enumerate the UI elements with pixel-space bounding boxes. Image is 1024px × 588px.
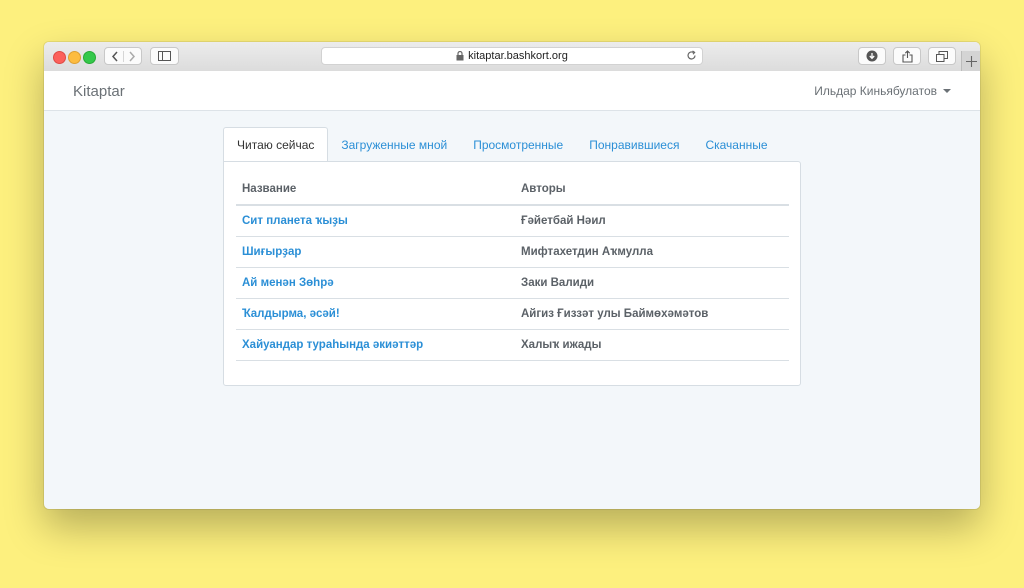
book-author: Ғәйетбай Нәил: [515, 205, 789, 237]
book-author: Айгиз Ғиззәт улы Баймөхәмәтов: [515, 298, 789, 330]
user-menu-dropdown[interactable]: Ильдар Киньябулатов: [814, 84, 951, 98]
user-name: Ильдар Киньябулатов: [814, 84, 937, 98]
tab-label: Скачанные: [705, 137, 768, 152]
site-brand-link[interactable]: Kitaptar: [73, 83, 125, 100]
plus-icon: [965, 55, 977, 67]
tab-label: Понравившиеся: [589, 137, 680, 152]
caret-down-icon: [943, 89, 951, 93]
books-table: Название Авторы Сит планета ҡыҙы Ғәйетба…: [236, 173, 789, 361]
book-title-link[interactable]: Хайуандар тураһында әкиәттәр: [236, 329, 515, 361]
share-icon: [901, 49, 913, 63]
back-forward-buttons: [104, 47, 142, 65]
table-row: Хайуандар тураһында әкиәттәр Халыҡ ижады: [236, 329, 789, 361]
table-row: Ай менән Зөһрә Заки Валиди: [236, 267, 789, 299]
table-row: Сит планета ҡыҙы Ғәйетбай Нәил: [236, 205, 789, 237]
column-header-authors: Авторы: [515, 173, 789, 206]
tab-label: Загруженные мной: [341, 137, 448, 152]
book-author: Халыҡ ижады: [515, 329, 789, 361]
downloads-button[interactable]: [858, 47, 886, 65]
new-tab-button[interactable]: [961, 51, 980, 71]
browser-window: kitaptar.bashkort.org Kitaptar Ильдар Ки…: [44, 42, 980, 509]
book-title-link[interactable]: Сит планета ҡыҙы: [236, 205, 515, 237]
sidebar-icon: [158, 51, 171, 61]
site-navbar: Kitaptar Ильдар Киньябулатов: [44, 71, 980, 111]
tab-viewed[interactable]: Просмотренные: [460, 127, 576, 162]
chevron-right-icon: [128, 51, 135, 61]
tab-label: Читаю сейчас: [237, 137, 315, 152]
reload-icon[interactable]: [686, 50, 697, 61]
book-tabs: Читаю сейчас Загруженные мной Просмотрен…: [223, 127, 781, 162]
tabs-icon: [936, 50, 948, 62]
close-window-button[interactable]: [53, 51, 66, 64]
download-icon: [866, 50, 878, 62]
forward-button[interactable]: [124, 51, 140, 62]
books-panel: Название Авторы Сит планета ҡыҙы Ғәйетба…: [223, 161, 801, 386]
book-title-link[interactable]: Ай менән Зөһрә: [236, 267, 515, 299]
book-author: Мифтахетдин Аҡмулла: [515, 236, 789, 268]
book-title-link[interactable]: Шиғырҙар: [236, 236, 515, 268]
minimize-window-button[interactable]: [68, 51, 81, 64]
table-row: Ҡалдырма, әсәй! Айгиз Ғиззәт улы Баймөхә…: [236, 298, 789, 330]
book-author: Заки Валиди: [515, 267, 789, 299]
chevron-left-icon: [111, 51, 118, 61]
lock-icon: [456, 51, 464, 61]
column-header-title: Название: [236, 173, 515, 206]
book-title-link[interactable]: Ҡалдырма, әсәй!: [236, 298, 515, 330]
tab-downloaded[interactable]: Скачанные: [692, 127, 780, 162]
sidebar-toggle-button[interactable]: [150, 47, 179, 65]
url-text: kitaptar.bashkort.org: [468, 50, 568, 62]
back-button[interactable]: [107, 50, 124, 62]
browser-toolbar: kitaptar.bashkort.org: [44, 42, 980, 72]
table-header-row: Название Авторы: [236, 173, 789, 206]
tab-uploaded[interactable]: Загруженные мной: [328, 127, 460, 162]
tab-liked[interactable]: Понравившиеся: [576, 127, 692, 162]
tab-label: Просмотренные: [473, 137, 564, 152]
tab-reading-now[interactable]: Читаю сейчас: [223, 127, 329, 162]
address-bar[interactable]: kitaptar.bashkort.org: [321, 47, 703, 65]
share-button[interactable]: [893, 47, 921, 65]
maximize-window-button[interactable]: [83, 51, 96, 64]
table-row: Шиғырҙар Мифтахетдин Аҡмулла: [236, 236, 789, 268]
tabs-overview-button[interactable]: [928, 47, 956, 65]
